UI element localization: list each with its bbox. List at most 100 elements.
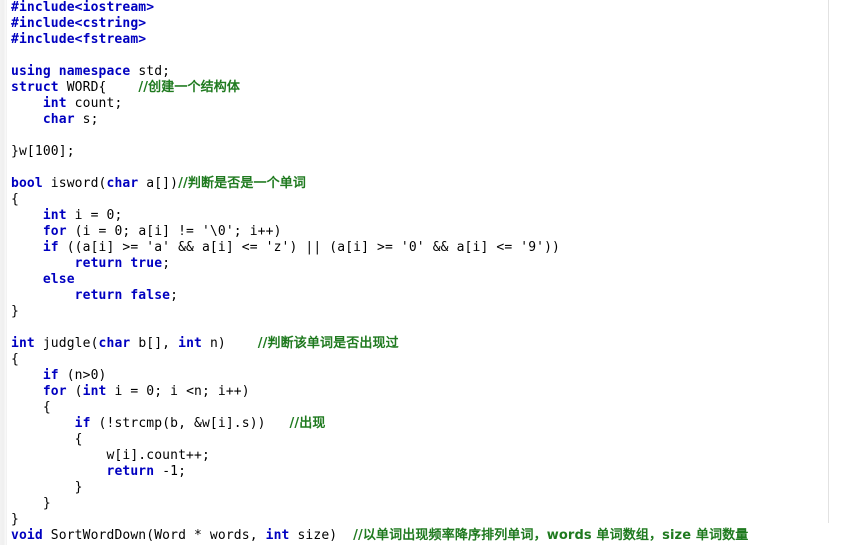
code-plain: i = 0; i <n; i++) [106,384,250,399]
code-plain [11,256,75,271]
code-line: void SortWordDown(Word * words, int size… [11,528,851,544]
code-line: } [11,512,851,528]
code-line: int judgle(char b[], int n) //判断该单词是否出现过 [11,336,851,352]
code-comment: //创建一个结构体 [138,80,240,95]
code-keyword: int [265,528,290,543]
code-keyword: int [178,336,202,351]
code-plain: -1; [154,464,187,479]
code-line: return false; [11,288,851,304]
code-line: #include<cstring> [11,16,851,32]
code-plain: { [11,352,19,367]
code-comment: //判断该单词是否出现过 [257,336,399,351]
code-line: if ((a[i] >= 'a' && a[i] <= 'z') || (a[i… [11,240,851,256]
code-line: if (!strcmp(b, &w[i].s)) //出现 [11,416,851,432]
code-plain [11,288,75,303]
code-keyword: for [42,224,67,239]
code-preprocessor: #include<fstream> [11,32,147,47]
code-keyword: for [42,384,67,399]
code-plain [11,464,106,479]
code-keyword: if [42,240,59,255]
code-line: for (int i = 0; i <n; i++) [11,384,851,400]
code-plain: SortWordDown(Word * words, [42,528,266,543]
code-keyword: return false [74,288,171,303]
code-keyword: char [106,176,139,191]
code-line: bool isword(char a[])//判断是否是一个单词 [11,176,851,192]
code-plain: w[i].count++; [11,448,210,463]
code-plain: { [11,192,19,207]
code-keyword: int [42,208,67,223]
code-line: for (i = 0; a[i] != '\0'; i++) [11,224,851,240]
code-line: else [11,272,851,288]
code-keyword: struct [11,80,59,95]
code-plain [11,96,43,111]
code-line: return true; [11,256,851,272]
code-plain: ; [162,256,171,271]
code-line: } [11,496,851,512]
code-plain [11,224,43,239]
code-keyword: int [42,96,67,111]
code-line: ​ [11,48,851,64]
code-keyword: if [42,368,59,383]
code-text-area[interactable]: #include<iostream> #include<cstring> #incl… [11,0,851,544]
code-line: if (n>0) [11,368,851,384]
code-line: } [11,304,851,320]
code-plain [11,416,75,431]
code-line: int i = 0; [11,208,851,224]
code-plain: isword( [42,176,107,191]
code-comment: //出现 [289,416,326,431]
code-plain: i = 0; [66,208,123,223]
code-line: int count; [11,96,851,112]
code-keyword: char [98,336,131,351]
code-line: struct WORD{ //创建一个结构体 [11,80,851,96]
code-comment: //以单词出现频率降序排列单词，words 单词数组，size 单词数量 [353,528,749,543]
code-plain: (!strcmp(b, &w[i].s)) [90,416,290,431]
code-preprocessor: #include<iostream> [11,0,155,15]
code-keyword: return true [74,256,163,271]
code-plain: s; [74,112,99,127]
code-line: { [11,192,851,208]
code-line: ​ [11,160,851,176]
code-plain [11,384,43,399]
code-preprocessor: #include<cstring> [11,16,147,31]
code-plain: judgle( [34,336,99,351]
code-plain: WORD{ [58,80,139,95]
code-plain: (n>0) [58,368,107,383]
code-plain: ((a[i] >= 'a' && a[i] <= 'z') || (a[i] >… [58,240,561,255]
code-plain: { [11,432,83,447]
code-keyword: char [42,112,75,127]
code-keyword: int [82,384,107,399]
code-plain: count; [66,96,123,111]
code-plain: b[], [130,336,179,351]
code-line: char s; [11,112,851,128]
code-line: w[i].count++; [11,448,851,464]
code-keyword: int [11,336,35,351]
code-plain: (i = 0; a[i] != '\0'; i++) [66,224,282,239]
code-plain [11,272,43,287]
code-line: { [11,352,851,368]
code-line: using namespace std; [11,64,851,80]
code-comment: //判断是否是一个单词 [178,176,307,191]
code-plain: ; [170,288,179,303]
code-plain [11,368,43,383]
code-keyword: if [74,416,91,431]
code-plain: { [11,400,51,415]
code-plain: a[]) [138,176,179,191]
code-plain: ( [66,384,83,399]
code-plain: }w[100]; [11,144,75,159]
code-keyword: void [11,528,43,543]
code-line: #include<fstream> [11,32,851,48]
code-line: #include<iostream> [11,0,851,16]
code-line: ​ [11,128,851,144]
code-line: { [11,432,851,448]
code-plain: } [11,496,51,511]
code-keyword: bool [11,176,43,191]
editor-gutter [0,0,7,545]
code-keyword: using namespace [11,64,131,79]
code-keyword: else [42,272,75,287]
code-plain [11,112,43,127]
code-line: { [11,400,851,416]
code-plain: } [11,304,19,319]
code-line: ​ [11,320,851,336]
code-plain [11,240,43,255]
code-editor-view[interactable]: #include<iostream> #include<cstring> #incl… [0,0,851,545]
